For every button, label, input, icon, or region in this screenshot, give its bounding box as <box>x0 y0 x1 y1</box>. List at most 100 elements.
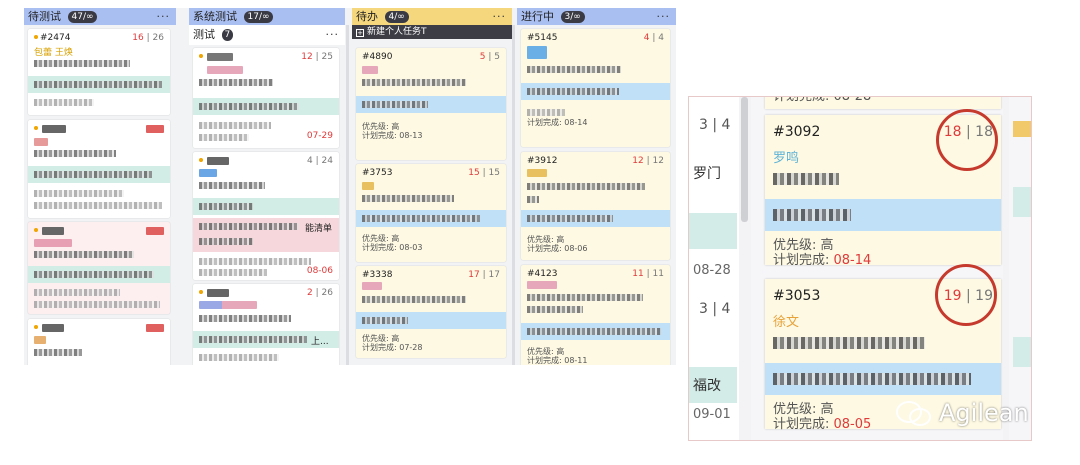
blurred-title <box>199 315 291 322</box>
blurred-meta <box>34 301 160 308</box>
blurred-title <box>362 296 466 303</box>
priority-dot-icon <box>34 325 38 329</box>
task-card[interactable]: 2 | 26 上... <box>193 284 339 365</box>
more-menu-icon[interactable]: ··· <box>326 25 340 45</box>
plan-date-label: 计划完成: 08-14 <box>527 118 588 127</box>
blurred-meta <box>34 99 94 106</box>
blurred-title <box>34 60 130 67</box>
wip-count-badge: 17/∞ <box>243 11 274 23</box>
task-card[interactable]: 4 | 24 能清单 08-06 <box>193 152 339 280</box>
hours-readout: 15 | 15 <box>468 168 500 178</box>
zoom-left-column: 3 | 4 罗门 08-28 3 | 4 福改 09-01 <box>689 97 739 440</box>
plus-icon: + <box>356 29 364 37</box>
avatar-tag <box>42 125 66 133</box>
blurred-task-band <box>765 199 1001 231</box>
blurred-meta <box>34 289 120 296</box>
hours-readout: 11 | 11 <box>632 269 664 279</box>
task-card-cut[interactable]: 计划完成: 08-28 <box>765 97 1001 109</box>
column-divider <box>512 25 515 365</box>
blurred-meta <box>199 122 271 129</box>
card-note: 上... <box>311 337 329 347</box>
hours-readout: 17 | 17 <box>468 270 500 280</box>
blurred-title <box>34 150 116 157</box>
hours-readout: 16 | 26 <box>132 33 164 43</box>
more-menu-icon[interactable]: ··· <box>157 8 171 25</box>
blurred-task-band <box>356 210 506 227</box>
card-id: #3753 <box>362 168 393 178</box>
hours-readout: 4 | 4 <box>643 33 664 43</box>
column-header[interactable]: 系统测试 17/∞ <box>189 8 345 25</box>
task-card[interactable]: 12 | 25 07-29 <box>193 48 339 148</box>
blurred-title <box>773 173 839 185</box>
blurred-meta <box>199 269 267 276</box>
blurred-meta <box>199 354 279 361</box>
plan-date-label: 计划完成: 08-06 <box>527 244 588 253</box>
priority-dot-icon <box>199 158 203 162</box>
new-personal-task-button[interactable]: + 新建个人任务T <box>352 25 512 39</box>
blurred-title <box>199 182 265 189</box>
wip-count-badge: 3/∞ <box>560 11 585 23</box>
card-id: #3053 <box>773 288 821 304</box>
task-card[interactable]: #4123 11 | 11 优先级: 高 计划完成: 08-11 <box>521 265 670 365</box>
task-card[interactable]: #2474 16 | 26 包蕾 王焕 <box>28 29 170 115</box>
blurred-task-band <box>28 76 170 93</box>
column-header[interactable]: 进行中 3/∞ ··· <box>517 8 676 25</box>
more-menu-icon[interactable]: ··· <box>657 8 671 25</box>
blurred-meta <box>34 190 124 197</box>
plan-date-label: 计划完成: 08-11 <box>527 356 588 365</box>
pinned-flag <box>146 125 164 133</box>
scrollbar[interactable] <box>741 97 748 222</box>
task-card[interactable]: #3912 12 | 12 优先级: 高 计划完成: 08-06 <box>521 152 670 260</box>
person-tag <box>527 46 547 59</box>
task-band <box>689 213 737 249</box>
task-card[interactable] <box>28 120 170 218</box>
wip-count-badge: 47/∞ <box>67 11 98 23</box>
hours-readout: 2 | 26 <box>307 288 333 298</box>
priority-dot-icon <box>34 126 38 130</box>
avatar-tag <box>207 157 229 165</box>
column-in-progress: 进行中 3/∞ ··· #5145 4 | 4 计划完成: 08-14 #391… <box>517 8 676 365</box>
task-band <box>1013 121 1031 137</box>
card-title-fragment: 福改 <box>693 378 721 394</box>
assignee-names: 包蕾 王焕 <box>34 48 73 58</box>
hours-readout: 3 | 4 <box>699 301 731 317</box>
zoomed-detail-panel: 3 | 4 罗门 08-28 3 | 4 福改 09-01 计划完成: 08-2… <box>688 96 1032 441</box>
card-id: #4123 <box>527 269 558 279</box>
blurred-task-band: 上... <box>193 331 339 348</box>
blurred-meta <box>34 202 162 209</box>
blurred-task-band <box>28 266 170 283</box>
sub-column-header[interactable]: 测试 7 ··· <box>189 25 345 45</box>
blurred-title <box>527 294 643 301</box>
blurred-task-band <box>521 323 670 340</box>
card-title-fragment: 罗门 <box>693 166 721 182</box>
blurred-title <box>199 79 273 86</box>
task-card[interactable] <box>28 222 170 314</box>
column-todo: 待办 4/∞ ··· + 新建个人任务T #4890 5 | 5 优先级: 高 计… <box>352 8 512 365</box>
plan-date-fragment: 08-28 <box>693 263 731 278</box>
person-tag <box>199 301 257 309</box>
wechat-icon <box>896 401 931 426</box>
highlight-circle <box>935 264 997 326</box>
plan-date-label: 计划完成: 08-14 <box>773 253 872 268</box>
more-menu-icon[interactable]: ··· <box>493 8 507 25</box>
priority-dot-icon <box>34 228 38 232</box>
column-title: 进行中 <box>521 10 554 23</box>
hours-readout: 3 | 4 <box>699 117 731 133</box>
card-id: #5145 <box>527 33 558 43</box>
task-card[interactable] <box>28 319 170 365</box>
priority-label: 优先级: 高 <box>362 234 400 243</box>
priority-label: 优先级: 高 <box>362 334 400 343</box>
wip-count-badge: 4/∞ <box>384 11 409 23</box>
task-card[interactable]: #5145 4 | 4 计划完成: 08-14 <box>521 29 670 147</box>
task-card[interactable]: #3338 17 | 17 优先级: 高 计划完成: 07-28 <box>356 266 506 358</box>
task-card[interactable]: #3753 15 | 15 优先级: 高 计划完成: 08-03 <box>356 164 506 262</box>
avatar-tag <box>42 324 64 332</box>
zoom-right-column <box>1009 97 1031 440</box>
hours-readout: 4 | 24 <box>307 156 333 166</box>
card-note: 能清单 <box>305 224 333 234</box>
column-header[interactable]: 待测试 47/∞ ··· <box>24 8 176 25</box>
person-tag <box>34 239 72 247</box>
priority-label: 优先级: 高 <box>773 402 834 417</box>
task-card[interactable]: #4890 5 | 5 优先级: 高 计划完成: 08-13 <box>356 48 506 160</box>
column-header[interactable]: 待办 4/∞ ··· <box>352 8 512 25</box>
